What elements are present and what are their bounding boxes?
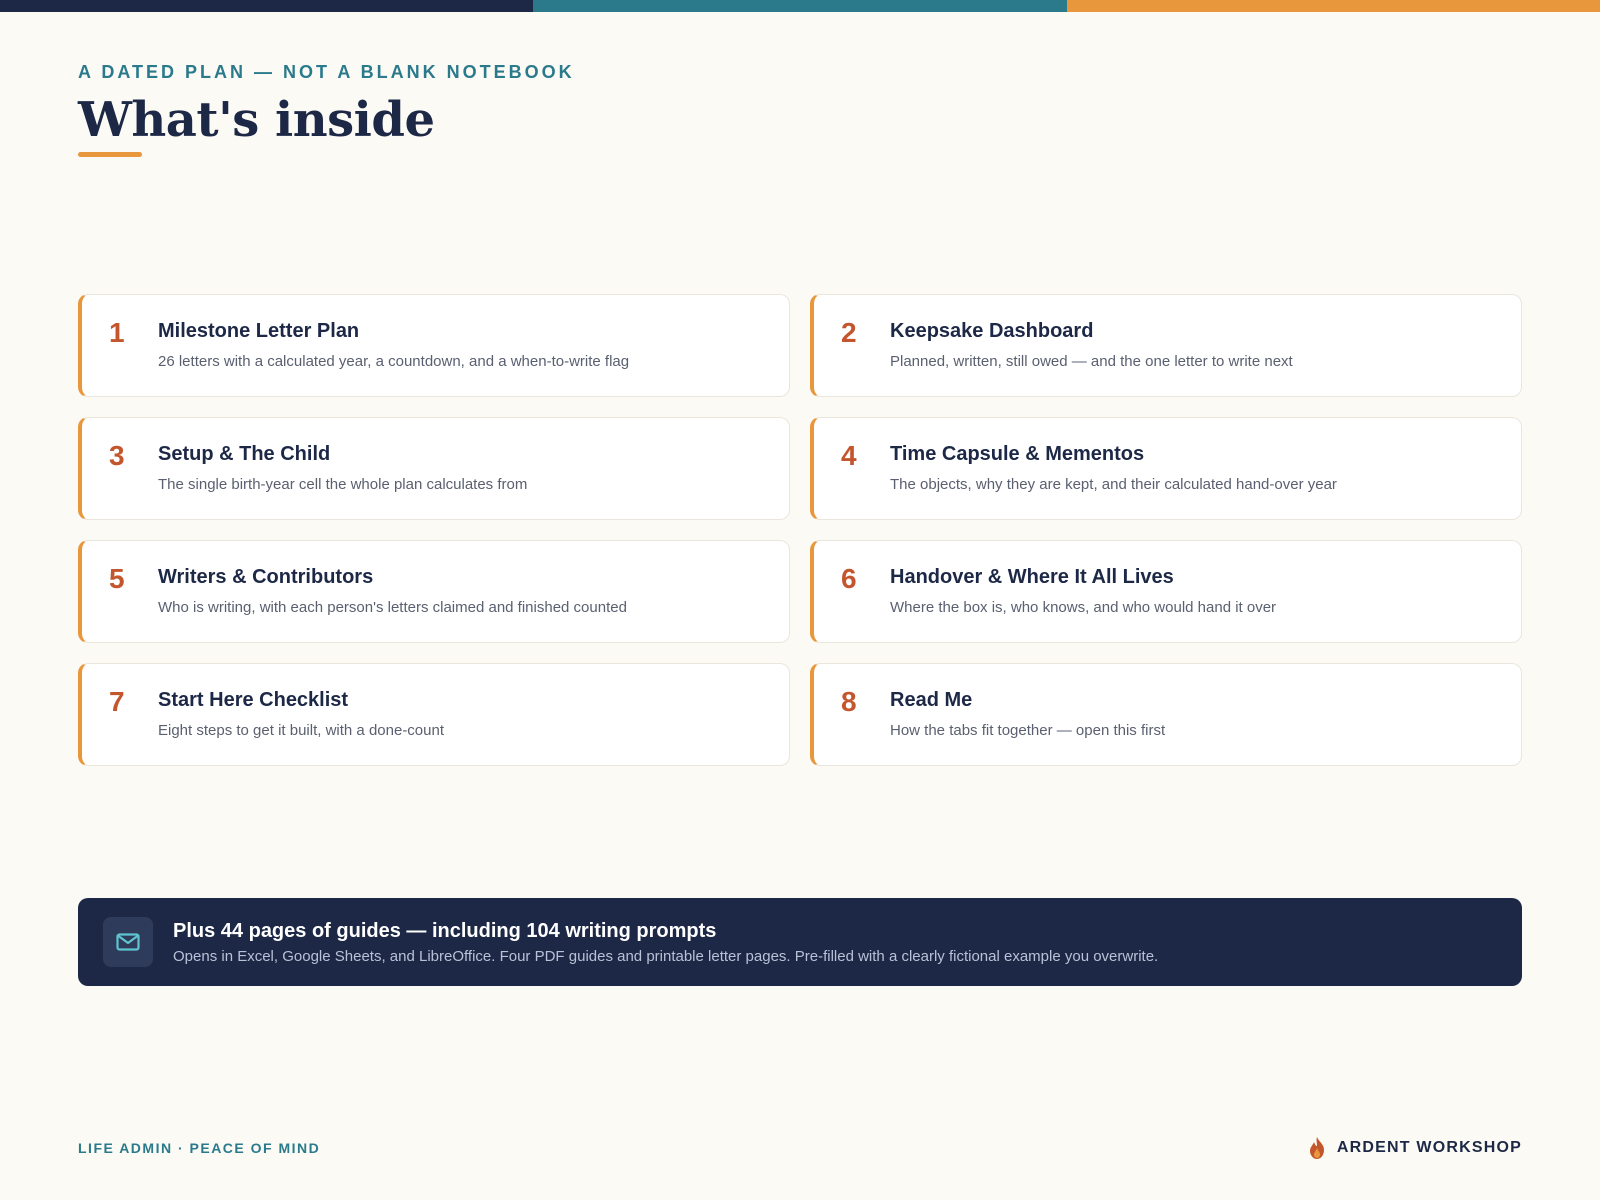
card-number: 3: [109, 440, 125, 471]
card-title: Milestone Letter Plan: [158, 320, 360, 342]
title-underline: [78, 152, 142, 157]
brand-name: ARDENT WORKSHOP: [1336, 1139, 1522, 1156]
card-number: 4: [841, 440, 857, 471]
card-title: Keepsake Dashboard: [890, 320, 1094, 342]
card-number: 5: [109, 563, 125, 594]
page-title: What's inside: [78, 92, 435, 148]
card-number: 7: [109, 686, 125, 717]
card-number: 8: [841, 686, 857, 717]
card-number: 1: [109, 317, 125, 348]
content-card: 8 Read Me How the tabs fit together — op…: [810, 663, 1522, 766]
card-description: The single birth-year cell the whole pla…: [158, 476, 528, 493]
banner-title: Plus 44 pages of guides — including 104 …: [173, 920, 717, 942]
guides-banner: Plus 44 pages of guides — including 104 …: [78, 898, 1522, 986]
content-card: 1 Milestone Letter Plan 26 letters with …: [78, 294, 790, 397]
card-title: Read Me: [890, 689, 973, 711]
card-description: How the tabs fit together — open this fi…: [890, 722, 1166, 739]
top-bar-orange-segment: [1066, 0, 1600, 12]
top-bar-navy-segment: [0, 0, 534, 12]
envelope-icon-svg: [116, 933, 140, 951]
card-number: 6: [841, 563, 857, 594]
content-card: 6 Handover & Where It All Lives Where th…: [810, 540, 1522, 643]
banner-subtitle: Opens in Excel, Google Sheets, and Libre…: [173, 948, 1159, 965]
card-description: Who is writing, with each person's lette…: [158, 599, 627, 616]
card-title: Time Capsule & Mementos: [890, 443, 1145, 465]
card-description: Planned, written, still owed — and the o…: [890, 353, 1293, 370]
footer-tagline: LIFE ADMIN · PEACE OF MIND: [78, 1140, 321, 1156]
contents-grid: 1 Milestone Letter Plan 26 letters with …: [78, 294, 1522, 766]
card-description: Where the box is, who knows, and who wou…: [890, 599, 1277, 616]
card-description: The objects, why they are kept, and thei…: [890, 476, 1337, 493]
content-card: 7 Start Here Checklist Eight steps to ge…: [78, 663, 790, 766]
flame-icon: [1309, 1137, 1324, 1159]
eyebrow-label: A DATED PLAN — NOT A BLANK NOTEBOOK: [78, 62, 575, 82]
card-title: Writers & Contributors: [158, 566, 374, 588]
card-title: Handover & Where It All Lives: [890, 566, 1174, 588]
content-card: 2 Keepsake Dashboard Planned, written, s…: [810, 294, 1522, 397]
card-title: Setup & The Child: [158, 443, 331, 465]
card-number: 2: [841, 317, 857, 348]
envelope-icon: [103, 917, 153, 967]
content-card: 5 Writers & Contributors Who is writing,…: [78, 540, 790, 643]
top-color-bar: [0, 0, 1600, 12]
content-card: 4 Time Capsule & Mementos The objects, w…: [810, 417, 1522, 520]
content-card: 3 Setup & The Child The single birth-yea…: [78, 417, 790, 520]
card-description: 26 letters with a calculated year, a cou…: [158, 353, 630, 370]
top-bar-teal-segment: [533, 0, 1067, 12]
card-description: Eight steps to get it built, with a done…: [158, 722, 445, 739]
footer-brand-block: ARDENT WORKSHOP: [1307, 1136, 1522, 1160]
card-title: Start Here Checklist: [158, 689, 349, 711]
